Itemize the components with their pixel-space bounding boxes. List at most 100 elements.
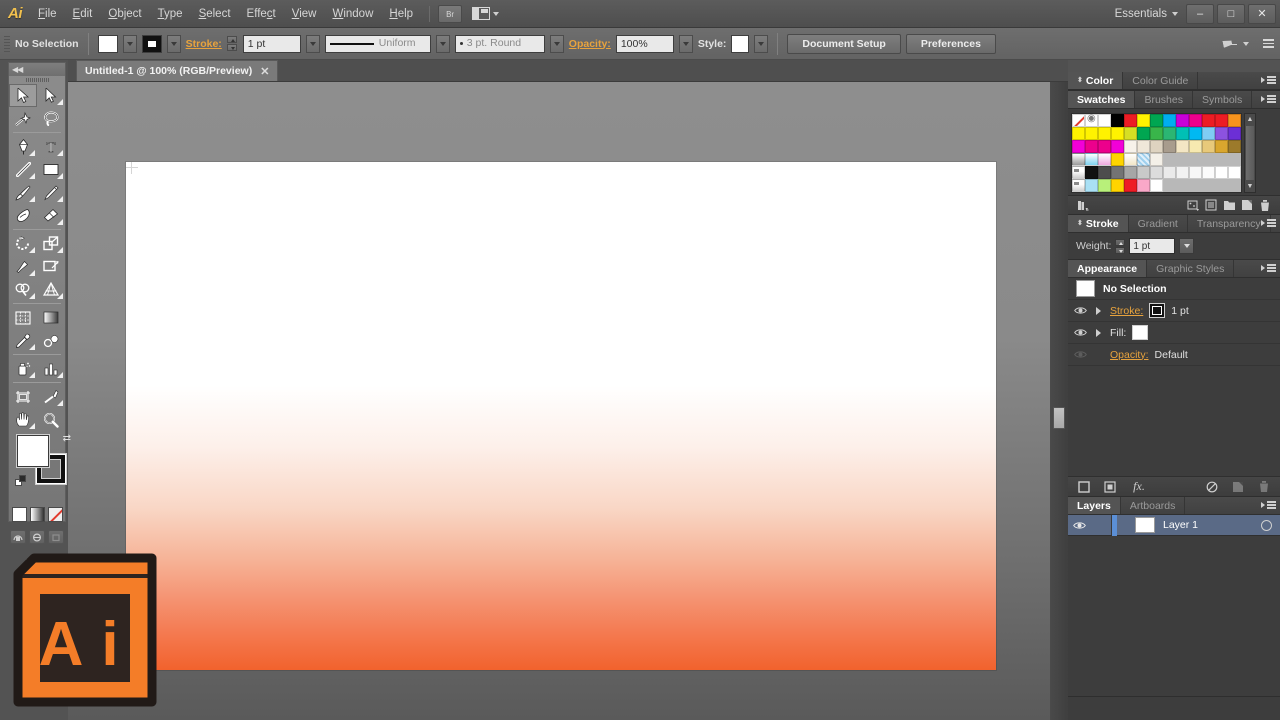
control-bar-chevron-down-icon[interactable] xyxy=(1243,41,1249,46)
swatch-color[interactable] xyxy=(1072,140,1085,153)
lasso-tool[interactable] xyxy=(37,107,65,130)
fullscreen-mode-button[interactable] xyxy=(48,530,64,544)
type-tool[interactable]: T xyxy=(37,135,65,158)
delete-swatch-icon[interactable] xyxy=(1256,198,1274,213)
swatch-color[interactable] xyxy=(1215,166,1228,179)
delete-item-icon[interactable] xyxy=(1256,480,1272,494)
tab-color[interactable]: ⬍ Color xyxy=(1068,72,1124,89)
swatch-color[interactable] xyxy=(1124,140,1137,153)
swatch-color[interactable] xyxy=(1137,114,1150,127)
swatch-color[interactable] xyxy=(1202,140,1215,153)
swatch-group-folder[interactable] xyxy=(1072,179,1085,192)
swatch-color[interactable] xyxy=(1215,127,1228,140)
swatch-gradient-white-gray[interactable] xyxy=(1072,153,1085,166)
selection-tool[interactable] xyxy=(9,84,37,107)
menu-select[interactable]: Select xyxy=(191,0,239,28)
swatch-color[interactable] xyxy=(1111,153,1124,166)
swatch-color[interactable] xyxy=(1124,114,1137,127)
swatch-color[interactable] xyxy=(1202,114,1215,127)
swatch-color[interactable] xyxy=(1176,140,1189,153)
swatch-color[interactable] xyxy=(1228,166,1241,179)
swatch-color[interactable] xyxy=(1098,179,1111,192)
swatch-color[interactable] xyxy=(1085,127,1098,140)
opacity-label[interactable]: Opacity: xyxy=(569,38,611,50)
paintbrush-tool[interactable] xyxy=(9,181,37,204)
stroke-weight-dropdown[interactable] xyxy=(305,34,320,53)
fullscreen-menubar-mode-button[interactable] xyxy=(29,530,45,544)
visibility-eye-icon[interactable] xyxy=(1072,306,1088,315)
swap-fill-stroke-icon[interactable]: ⇄ xyxy=(63,433,71,444)
add-new-stroke-icon[interactable] xyxy=(1076,480,1092,494)
stroke-profile-dropdown[interactable] xyxy=(435,34,450,53)
panel-divider[interactable] xyxy=(1050,82,1068,720)
swatch-group-folder[interactable] xyxy=(1072,166,1085,179)
swatch-color[interactable] xyxy=(1189,166,1202,179)
brush-definition-dropdown[interactable] xyxy=(549,34,564,53)
menu-object[interactable]: Object xyxy=(100,0,149,28)
tools-panel-header[interactable]: ◀◀ xyxy=(9,63,65,76)
swatch-color[interactable] xyxy=(1228,114,1241,127)
appearance-row-fill[interactable]: Fill: xyxy=(1068,322,1280,344)
swatch-none[interactable] xyxy=(1072,114,1085,127)
none-mode-button[interactable] xyxy=(47,507,63,522)
fill-color-dropdown[interactable] xyxy=(122,34,137,53)
graphic-style-swatch[interactable] xyxy=(731,34,750,53)
perspective-grid-tool[interactable] xyxy=(37,278,65,301)
swatch-color[interactable] xyxy=(1085,179,1098,192)
swatch-color[interactable] xyxy=(1228,127,1241,140)
eyedropper-tool[interactable] xyxy=(9,329,37,352)
tab-color-guide[interactable]: Color Guide xyxy=(1123,72,1199,89)
stroke-weight-stepper[interactable] xyxy=(226,36,237,51)
add-new-effect-icon[interactable]: fx. xyxy=(1128,479,1150,494)
layer-target-icon[interactable] xyxy=(1261,519,1272,531)
tab-transparency[interactable]: Transparency xyxy=(1188,215,1271,232)
collapse-panel-icon[interactable]: ◀◀ xyxy=(12,65,23,74)
scroll-up-icon[interactable]: ▲ xyxy=(1245,114,1255,125)
tools-panel-grip[interactable] xyxy=(9,76,65,84)
scale-tool[interactable] xyxy=(37,232,65,255)
document-tab-close-icon[interactable]: ✕ xyxy=(260,65,269,78)
swatch-registration[interactable] xyxy=(1085,113,1098,127)
scroll-down-icon[interactable]: ▼ xyxy=(1245,181,1255,192)
stroke-weight-panel-field[interactable]: 1 pt xyxy=(1129,238,1176,254)
swatch-color[interactable] xyxy=(1150,179,1163,192)
menu-effect[interactable]: Effect xyxy=(239,0,284,28)
swatch-color[interactable] xyxy=(1215,140,1228,153)
swatch-color[interactable] xyxy=(1124,127,1137,140)
swatch-color[interactable] xyxy=(1072,127,1085,140)
close-button[interactable]: ✕ xyxy=(1248,3,1276,24)
gradient-tool[interactable] xyxy=(37,306,65,329)
swatch-gradient-blue[interactable] xyxy=(1085,153,1098,166)
swatch-color[interactable] xyxy=(1085,166,1098,179)
document-tab[interactable]: Untitled-1 @ 100% (RGB/Preview) ✕ xyxy=(76,60,279,81)
brush-definition-field[interactable]: 3 pt. Round xyxy=(454,34,545,53)
tab-appearance[interactable]: Appearance xyxy=(1068,260,1148,277)
scrollbar-thumb[interactable] xyxy=(1246,126,1254,180)
menu-help[interactable]: Help xyxy=(381,0,421,28)
direct-selection-tool[interactable] xyxy=(37,84,65,107)
control-bar-panel-menu-icon[interactable] xyxy=(1263,39,1274,48)
pin-icon[interactable] xyxy=(1221,36,1237,52)
arrange-documents-button[interactable] xyxy=(472,7,500,20)
swatch-color[interactable] xyxy=(1202,166,1215,179)
swatch-color[interactable] xyxy=(1189,140,1202,153)
maximize-button[interactable]: □ xyxy=(1217,3,1245,24)
swatch-color[interactable] xyxy=(1176,166,1189,179)
show-swatch-kinds-icon[interactable] xyxy=(1184,198,1202,213)
stroke-profile-field[interactable]: Uniform xyxy=(324,34,431,53)
swatch-color[interactable] xyxy=(1124,179,1137,192)
default-fill-stroke-icon[interactable] xyxy=(15,475,26,486)
swatch-color[interactable] xyxy=(1111,140,1124,153)
stroke-color-swatch[interactable] xyxy=(141,34,162,53)
pencil-tool[interactable] xyxy=(37,181,65,204)
width-tool[interactable] xyxy=(9,255,37,278)
swatch-color[interactable] xyxy=(1124,166,1137,179)
appearance-fill-swatch[interactable] xyxy=(1132,325,1149,340)
rotate-tool[interactable] xyxy=(9,232,37,255)
swatch-options-icon[interactable] xyxy=(1202,198,1220,213)
document-setup-button[interactable]: Document Setup xyxy=(787,33,901,54)
hand-tool[interactable] xyxy=(9,408,37,431)
gradient-mode-button[interactable] xyxy=(29,507,45,522)
artboard-tool[interactable] xyxy=(9,385,37,408)
magic-wand-tool[interactable] xyxy=(9,107,37,130)
